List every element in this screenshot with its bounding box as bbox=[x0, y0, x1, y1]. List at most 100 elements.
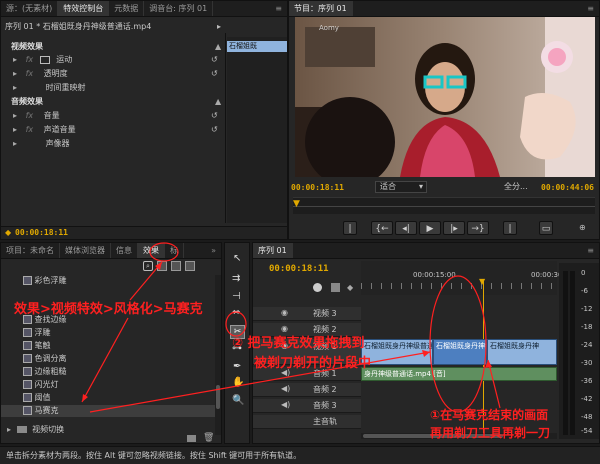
fx-badge-icon[interactable]: fx bbox=[26, 125, 34, 134]
snap-icon[interactable] bbox=[313, 283, 322, 292]
playhead-handle-icon[interactable]: ▼ bbox=[479, 277, 485, 286]
expand-triangle-icon[interactable]: ▸ bbox=[13, 55, 17, 64]
speaker-icon[interactable]: ◀) bbox=[281, 384, 290, 393]
reset-icon[interactable]: ↺ bbox=[211, 124, 218, 136]
track-audio-2[interactable]: ◀) 音频 2 bbox=[253, 383, 361, 397]
ripple-edit-tool-icon[interactable]: ⊣ bbox=[232, 291, 241, 302]
new-bin-icon[interactable] bbox=[187, 435, 196, 442]
effect-controls-timecode[interactable]: 00:00:18:11 bbox=[15, 228, 68, 238]
effect-row-time-remap[interactable]: ▸ 时间重映射 bbox=[13, 82, 218, 94]
fx-badge-icon[interactable]: fx bbox=[26, 55, 34, 64]
effect-row-panner[interactable]: ▸ 声像器 bbox=[13, 138, 218, 150]
list-item-mosaic[interactable]: 马赛克 bbox=[1, 405, 215, 417]
mark-in-button[interactable]: | bbox=[343, 221, 357, 235]
scrub-playhead-icon[interactable]: ▼ bbox=[293, 199, 300, 209]
header-arrow-icon[interactable]: ▸ bbox=[217, 21, 221, 33]
hand-tool-icon[interactable]: ✋ bbox=[232, 377, 244, 388]
eye-icon[interactable]: ◉ bbox=[281, 308, 288, 317]
list-item[interactable]: 闪光灯 bbox=[23, 379, 59, 391]
tab-sequence-01[interactable]: 序列 01 bbox=[253, 243, 293, 258]
reset-icon[interactable]: ↺ bbox=[211, 54, 218, 66]
effect-row-opacity[interactable]: ▸ fx 透明度 bbox=[13, 68, 218, 80]
expand-triangle-icon[interactable]: ▸ bbox=[13, 83, 17, 92]
audio-section-collapse-icon[interactable]: ▲ bbox=[215, 96, 221, 108]
list-item[interactable]: 笔触 bbox=[23, 340, 51, 352]
list-item[interactable]: 边缘粗糙 bbox=[23, 366, 67, 378]
timeline-tabbar: 序列 01 ≡ bbox=[253, 243, 599, 259]
video-frame[interactable]: Aomy bbox=[295, 17, 595, 177]
meter-label: -30 bbox=[581, 359, 593, 367]
scrollbar-thumb[interactable] bbox=[216, 385, 220, 409]
tab-project[interactable]: 项目：未命名 bbox=[1, 243, 60, 258]
reset-icon[interactable]: ↺ bbox=[211, 68, 218, 80]
program-timecode-current[interactable]: 00:00:18:11 bbox=[291, 183, 344, 192]
export-frame-button[interactable]: ▭ bbox=[539, 221, 553, 235]
add-marker-icon[interactable]: ◆ bbox=[347, 283, 353, 292]
timeline-timecode[interactable]: 00:00:18:11 bbox=[269, 264, 329, 274]
panel-menu-icon[interactable]: ≡ bbox=[270, 1, 287, 16]
expand-triangle-icon[interactable]: ▸ bbox=[13, 69, 17, 78]
list-item[interactable]: 色调分离 bbox=[23, 353, 67, 365]
list-item[interactable]: 浮雕 bbox=[23, 327, 51, 339]
video-clip-1[interactable]: 石榴姐既身丹神级普通话.mp4 [视] 透明度 bbox=[361, 339, 433, 365]
step-back-button[interactable]: ◂| bbox=[395, 221, 417, 235]
effect-row-volume[interactable]: ▸ fx 音量 bbox=[13, 110, 218, 122]
effect-label: 运动 bbox=[56, 55, 73, 64]
panel-menu-icon[interactable]: ≡ bbox=[582, 1, 599, 16]
button-editor-icon[interactable]: ⊕ bbox=[579, 223, 586, 232]
track-audio-3[interactable]: ◀) 音频 3 bbox=[253, 399, 361, 413]
trash-icon[interactable]: 🗑 bbox=[203, 433, 214, 443]
go-to-in-button[interactable]: {← bbox=[371, 221, 393, 235]
fx-badge-icon[interactable]: fx bbox=[26, 111, 34, 120]
video-clip-2-selected[interactable]: 石榴姐既身丹神级普通话 bbox=[433, 339, 487, 365]
fx-badge-icon[interactable]: fx bbox=[26, 69, 34, 78]
effects-scrollbar[interactable] bbox=[215, 275, 221, 435]
zoom-tool-icon[interactable]: 🔍 bbox=[232, 395, 244, 406]
step-forward-button[interactable]: |▸ bbox=[443, 221, 465, 235]
effect-row-motion[interactable]: ▸ fx 运动 bbox=[13, 54, 218, 66]
tab-program[interactable]: 节目：序列 01 bbox=[289, 1, 353, 16]
tab-markers[interactable]: 标 bbox=[165, 243, 184, 258]
expand-triangle-icon[interactable]: ▸ bbox=[13, 139, 17, 148]
tab-effect-controls[interactable]: 特效控制台 bbox=[58, 1, 110, 16]
effect-controls-divider[interactable] bbox=[225, 33, 226, 223]
play-button[interactable]: ▶ bbox=[419, 221, 441, 235]
tab-metadata[interactable]: 元数据 bbox=[109, 1, 145, 16]
selection-tool-icon[interactable]: ↖ bbox=[233, 253, 241, 264]
tab-media-browser[interactable]: 媒体浏览器 bbox=[60, 243, 111, 258]
set-marker-icon[interactable] bbox=[331, 283, 340, 292]
pen-tool-icon[interactable]: ✒ bbox=[233, 361, 241, 372]
overflow-icon[interactable]: » bbox=[206, 243, 221, 258]
tab-info[interactable]: 信息 bbox=[111, 243, 138, 258]
track-video-3[interactable]: ◉ 视频 3 bbox=[253, 307, 361, 321]
track-master[interactable]: 主音轨 bbox=[253, 415, 361, 429]
yuv-effects-icon[interactable] bbox=[185, 261, 195, 271]
go-to-out-button[interactable]: →} bbox=[467, 221, 489, 235]
monitor-scrub-bar[interactable]: ▼ bbox=[293, 197, 595, 214]
effect-row-channel-volume[interactable]: ▸ fx 声道音量 bbox=[13, 124, 218, 136]
folder-video-transitions[interactable]: ▸ 视频切换 bbox=[7, 424, 64, 436]
accelerated-effects-icon[interactable] bbox=[157, 261, 167, 271]
meter-bar-left bbox=[563, 271, 568, 435]
reset-icon[interactable]: ↺ bbox=[211, 110, 218, 122]
tab-audio-mixer[interactable]: 调音台: 序列 01 bbox=[144, 1, 214, 16]
speaker-icon[interactable]: ◀) bbox=[281, 400, 290, 409]
audio-clip-1[interactable]: 身丹神级普通话.mp4 [音] bbox=[361, 367, 557, 381]
video-section-collapse-icon[interactable]: ▲ bbox=[215, 41, 221, 53]
timeline-ruler[interactable]: 00:00:15:00 00:00:30:00 bbox=[361, 261, 574, 295]
tab-source[interactable]: 源：(无素材) bbox=[1, 1, 59, 16]
expand-triangle-icon[interactable]: ▸ bbox=[13, 111, 17, 120]
list-item[interactable]: 彩色浮雕 bbox=[23, 275, 67, 287]
panel-menu-icon[interactable]: ≡ bbox=[582, 243, 599, 258]
mark-out-button[interactable]: | bbox=[503, 221, 517, 235]
expand-triangle-icon[interactable]: ▸ bbox=[7, 425, 11, 434]
list-item[interactable]: 阈值 bbox=[23, 392, 51, 404]
track-select-tool-icon[interactable]: ⇉ bbox=[232, 273, 240, 284]
zoom-fit-select[interactable]: 适合 ▾ bbox=[375, 181, 427, 193]
tab-effects[interactable]: 效果 bbox=[138, 243, 165, 258]
expand-triangle-icon[interactable]: ▸ bbox=[13, 125, 17, 134]
32bit-effects-icon[interactable] bbox=[171, 261, 181, 271]
resolution-select[interactable]: 全分... bbox=[504, 181, 540, 193]
rolling-edit-tool-icon[interactable]: ⇔ bbox=[232, 307, 240, 318]
video-clip-3[interactable]: 石榴姐既身丹神 bbox=[487, 339, 557, 365]
